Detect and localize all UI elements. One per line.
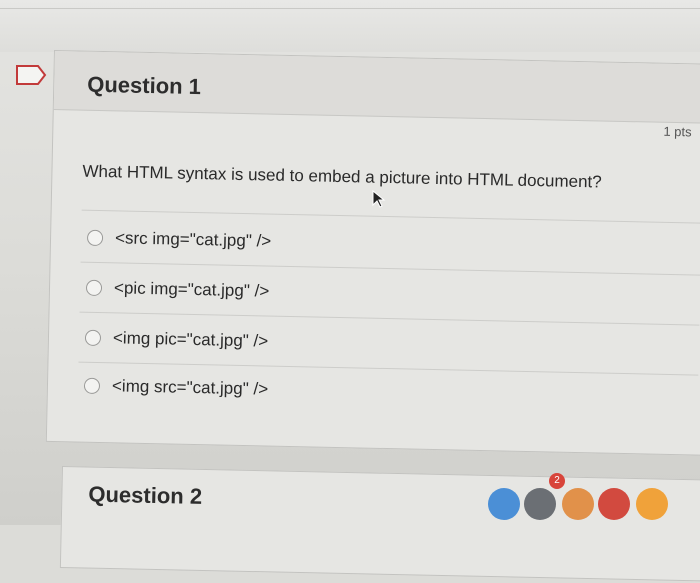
app-icon[interactable] bbox=[524, 488, 556, 520]
divider bbox=[80, 261, 700, 276]
answer-label: <src img="cat.jpg" /> bbox=[114, 228, 272, 251]
divider bbox=[0, 8, 700, 9]
app-icon[interactable] bbox=[488, 488, 520, 520]
answer-option-4[interactable]: <img src="cat.jpg" /> bbox=[83, 372, 269, 404]
mouse-cursor-icon bbox=[372, 190, 386, 208]
question-text: What HTML syntax is used to embed a pict… bbox=[82, 161, 602, 192]
top-strip bbox=[0, 0, 700, 52]
answer-option-2[interactable]: <pic img="cat.jpg" /> bbox=[85, 274, 270, 306]
app-icon[interactable] bbox=[598, 488, 630, 520]
notification-badge: 2 bbox=[549, 473, 565, 489]
question-points: 1 pts bbox=[663, 123, 692, 140]
question-card: Question 1 1 pts What HTML syntax is use… bbox=[45, 50, 700, 457]
radio-icon[interactable] bbox=[86, 229, 104, 247]
radio-icon[interactable] bbox=[83, 377, 101, 395]
answer-option-3[interactable]: <img pic="cat.jpg" /> bbox=[84, 324, 269, 356]
answer-label: <img pic="cat.jpg" /> bbox=[112, 328, 269, 351]
next-question-title: Question 2 bbox=[88, 481, 203, 509]
radio-icon[interactable] bbox=[85, 279, 103, 297]
divider bbox=[81, 209, 700, 224]
app-icon[interactable] bbox=[636, 488, 668, 520]
question-header: Question 1 bbox=[53, 51, 700, 125]
taskbar-dock bbox=[480, 488, 700, 528]
radio-icon[interactable] bbox=[84, 329, 102, 347]
flag-icon[interactable] bbox=[14, 64, 48, 86]
answer-label: <pic img="cat.jpg" /> bbox=[113, 278, 270, 301]
question-title: Question 1 bbox=[87, 71, 202, 100]
divider bbox=[79, 311, 700, 326]
app-icon[interactable] bbox=[562, 488, 594, 520]
answer-option-1[interactable]: <src img="cat.jpg" /> bbox=[86, 224, 272, 256]
answer-label: <img src="cat.jpg" /> bbox=[111, 376, 269, 399]
